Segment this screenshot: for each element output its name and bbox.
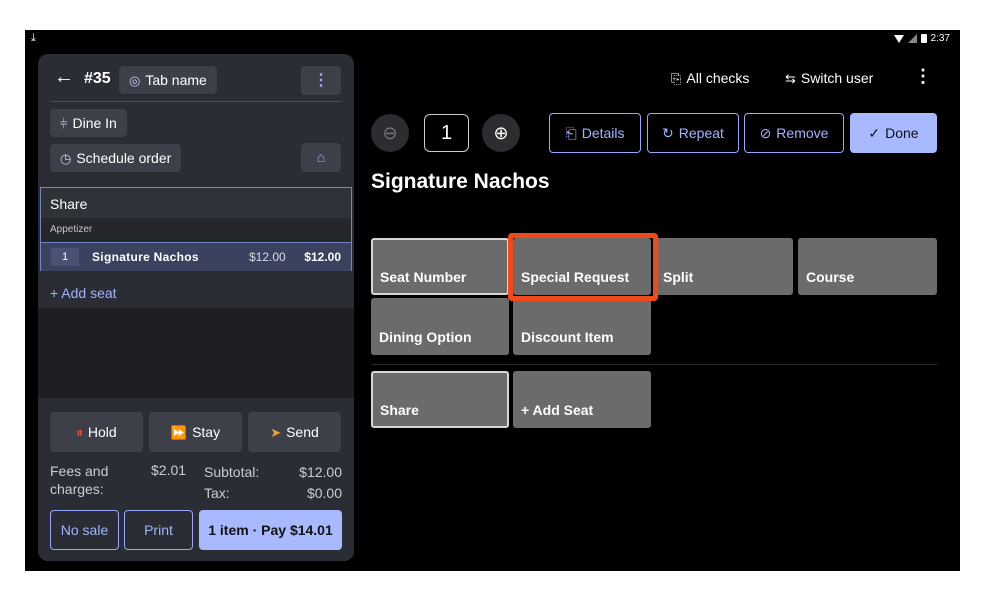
discount-tag-button[interactable]: ⌂ bbox=[301, 143, 341, 172]
order-empty-area bbox=[38, 308, 354, 398]
stay-button[interactable]: ⏩ Stay bbox=[149, 412, 242, 452]
dine-in-button[interactable]: ⫩ Dine In bbox=[50, 109, 127, 137]
arrow-left-icon[interactable]: ← bbox=[54, 66, 74, 89]
discount-item-tile[interactable]: Discount Item bbox=[513, 298, 651, 355]
print-button[interactable]: Print bbox=[124, 510, 193, 550]
plus-circle-icon: ⊕ bbox=[493, 123, 509, 143]
pause-icon: ⏸ bbox=[76, 425, 83, 440]
more-vertical-icon[interactable]: ⋮ bbox=[914, 66, 932, 87]
increase-quantity-button[interactable]: ⊕ bbox=[482, 114, 520, 152]
add-seat-tile[interactable]: + Add Seat bbox=[513, 371, 651, 428]
download-icon: ⤓ bbox=[31, 32, 36, 44]
item-price: $12.00 bbox=[249, 250, 286, 264]
tab-number: #35 bbox=[84, 70, 111, 87]
receipt-icon: ⎘ bbox=[671, 71, 682, 86]
signal-icon bbox=[907, 34, 917, 43]
send-button[interactable]: ➤ Send bbox=[248, 412, 341, 452]
swap-icon: ⇆ bbox=[785, 71, 796, 86]
split-tile[interactable]: Split bbox=[655, 238, 793, 295]
details-button[interactable]: ⎗ Details bbox=[549, 113, 641, 153]
item-title: Signature Nachos bbox=[371, 170, 550, 193]
remove-button[interactable]: ⊘ Remove bbox=[744, 113, 844, 153]
course-tile[interactable]: Course bbox=[798, 238, 937, 295]
minus-circle-icon: ⊖ bbox=[382, 123, 398, 143]
seat-number-tile[interactable]: Seat Number bbox=[371, 238, 509, 295]
decrease-quantity-button[interactable]: ⊖ bbox=[371, 114, 409, 152]
all-checks-button[interactable]: ⎘ All checks bbox=[671, 70, 749, 87]
item-name: Signature Nachos bbox=[92, 250, 199, 264]
no-sale-button[interactable]: No sale bbox=[50, 510, 119, 550]
status-bar: ⤓ 2:37 bbox=[25, 30, 960, 48]
dining-option-tile[interactable]: Dining Option bbox=[371, 298, 509, 355]
order-group-title: Share bbox=[50, 196, 88, 212]
tax-label: Tax: bbox=[204, 485, 230, 501]
order-item-row[interactable]: 1 Signature Nachos $12.00 $12.00 bbox=[41, 242, 351, 271]
order-panel: ← #35 ◎ Tab name ⋮ ⫩ Dine In ◷ Schedule ord… bbox=[38, 54, 354, 561]
fast-forward-icon: ⏩ bbox=[170, 425, 188, 440]
tab-name-button[interactable]: ◎ Tab name bbox=[119, 66, 217, 94]
hold-button[interactable]: ⏸ Hold bbox=[50, 412, 143, 452]
category-label: Appetizer bbox=[41, 218, 351, 242]
wifi-icon bbox=[893, 34, 904, 43]
fees-value: $2.01 bbox=[151, 462, 187, 478]
done-button[interactable]: ✓ Done bbox=[850, 113, 937, 153]
device-screen: ⤓ 2:37 ← #35 ◎ Tab name ⋮ ⫩ Dine In ◷ Sched… bbox=[25, 30, 960, 571]
pay-button[interactable]: 1 item · Pay $14.01 bbox=[199, 510, 342, 550]
share-tile[interactable]: Share bbox=[371, 371, 509, 428]
item-quantity: 1 bbox=[51, 248, 79, 266]
tag-icon: ⌂ bbox=[316, 149, 326, 165]
item-total: $12.00 bbox=[304, 250, 341, 264]
quantity-field[interactable]: 1 bbox=[424, 114, 469, 152]
block-icon: ⊘ bbox=[759, 125, 772, 141]
tax-value: $0.00 bbox=[306, 485, 342, 501]
fees-label: Fees and charges: bbox=[50, 463, 109, 497]
repeat-icon: ↻ bbox=[662, 125, 674, 141]
status-time: 2:37 bbox=[930, 33, 950, 44]
subtotal-value: $12.00 bbox=[299, 464, 342, 480]
details-icon: ⎗ bbox=[565, 125, 577, 141]
order-footer: ⏸ Hold ⏩ Stay ➤ Send Fees and charges: $2.0… bbox=[38, 402, 354, 561]
schedule-order-button[interactable]: ◷ Schedule order bbox=[50, 144, 182, 172]
repeat-button[interactable]: ↻ Repeat bbox=[647, 113, 739, 153]
battery-icon bbox=[920, 34, 927, 43]
highlight-box bbox=[508, 233, 658, 301]
clock-icon: ◷ bbox=[60, 151, 72, 166]
tab-menu-button[interactable]: ⋮ bbox=[301, 66, 341, 95]
more-vertical-icon: ⋮ bbox=[313, 72, 329, 89]
add-seat-link[interactable]: + Add seat bbox=[50, 285, 117, 301]
divider bbox=[50, 101, 342, 102]
switch-user-button[interactable]: ⇆ Switch user bbox=[785, 70, 873, 87]
person-icon: ◎ bbox=[129, 73, 141, 88]
send-icon: ➤ bbox=[270, 425, 282, 440]
check-icon: ✓ bbox=[868, 125, 881, 141]
table-icon: ⫩ bbox=[60, 116, 68, 131]
subtotal-label: Subtotal: bbox=[204, 464, 260, 480]
section-divider bbox=[371, 364, 937, 365]
order-group[interactable]: Share Appetizer 1 Signature Nachos $12.0… bbox=[40, 187, 352, 271]
